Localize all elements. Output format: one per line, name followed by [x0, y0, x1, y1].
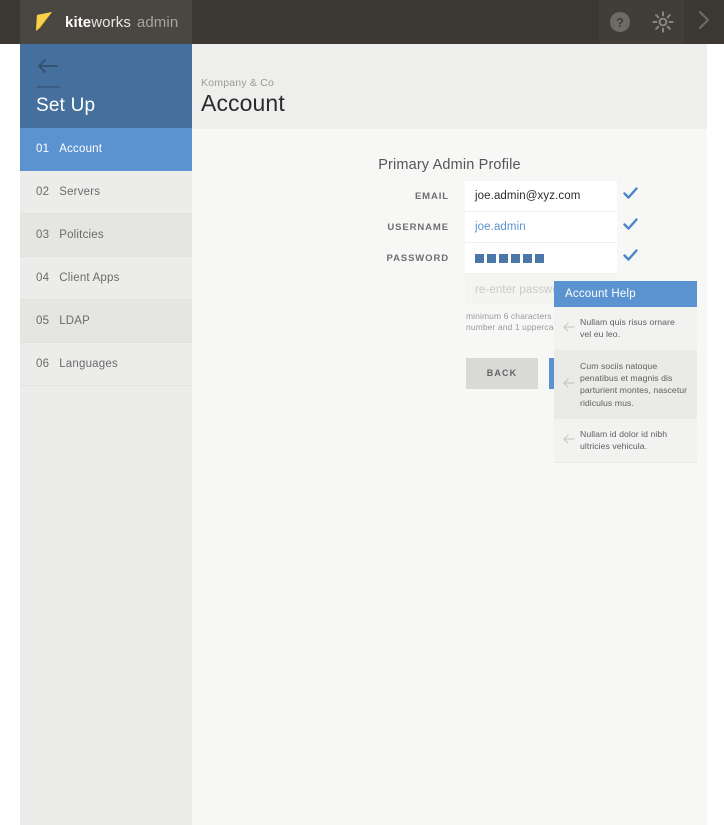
email-field[interactable]: joe.admin@xyz.com [465, 181, 638, 212]
breadcrumb: Kompany & Co [201, 77, 275, 89]
checkmark-icon [623, 249, 638, 267]
form-heading: Primary Admin Profile [378, 157, 521, 173]
back-arrow-icon[interactable] [36, 58, 192, 79]
brand-bold: kite [65, 13, 92, 31]
password-dot [511, 253, 520, 263]
help-list-item[interactable]: Nullam id dolor id nibh ultricies vehicu… [554, 419, 697, 463]
gear-icon[interactable] [651, 10, 675, 34]
sidebar-item-number: 02 [36, 186, 50, 198]
account-help-title: Account Help [554, 281, 697, 307]
page-title: Account [201, 90, 285, 116]
password-dot [535, 253, 544, 263]
password-dot [499, 253, 508, 263]
username-value: joe.admin [475, 221, 526, 233]
brand-normal: works [91, 13, 131, 31]
arrow-left-icon [562, 431, 580, 449]
sidebar-item-label: Languages [59, 358, 118, 370]
sidebar-item-client-apps[interactable]: 04 Client Apps [20, 257, 192, 300]
chevron-right-icon [693, 9, 715, 36]
help-item-text: Cum sociis natoque penatibus et magnis d… [580, 360, 688, 408]
sidebar-title: Set Up [36, 95, 96, 116]
arrow-left-icon [562, 319, 580, 337]
help-item-text: Nullam quis risus ornare vel eu leo. [580, 317, 675, 340]
password-dot [487, 253, 496, 263]
sidebar-item-number: 04 [36, 272, 50, 284]
sidebar-item-account[interactable]: 01 Account [20, 128, 192, 171]
sidebar-item-label: Politcies [59, 229, 104, 241]
sidebar-item-number: 01 [36, 143, 50, 155]
username-label: USERNAME [387, 222, 449, 233]
account-help-panel: Account Help Nullam quis risus ornare ve… [554, 281, 697, 463]
sidebar-item-label: Client Apps [59, 272, 120, 284]
page-header: Kompany & Co Account [192, 44, 707, 129]
help-list-item[interactable]: Nullam quis risus ornare vel eu leo. [554, 307, 697, 351]
password-field[interactable] [465, 243, 638, 274]
sidebar-item-label: Servers [59, 186, 101, 198]
password-dot [523, 253, 532, 263]
brand-logo-area[interactable]: kiteworks admin [20, 0, 192, 44]
help-list-item[interactable]: Cum sociis natoque penatibus et magnis d… [554, 350, 697, 420]
checkmark-icon [623, 218, 638, 236]
brand-text: kiteworks admin [65, 15, 178, 30]
password-masked-value [475, 253, 544, 263]
email-label: EMAIL [414, 191, 449, 202]
sidebar-item-languages[interactable]: 06 Languages [20, 343, 192, 386]
sidebar-header: Set Up [20, 44, 192, 128]
sidebar-divider [37, 86, 60, 88]
top-bar: kiteworks admin ? [0, 0, 724, 44]
sidebar-item-number: 05 [36, 315, 50, 327]
sidebar-item-policies[interactable]: 03 Politcies [20, 214, 192, 257]
svg-text:?: ? [616, 15, 624, 30]
password-dot [475, 253, 484, 263]
help-item-text: Nullam id dolor id nibh ultricies vehicu… [580, 429, 668, 452]
username-field[interactable]: joe.admin [465, 212, 638, 243]
sidebar-item-label: Account [59, 143, 103, 155]
arrow-left-icon [562, 375, 580, 393]
password-label: PASSWORD [386, 253, 449, 264]
sidebar-item-ldap[interactable]: 05 LDAP [20, 300, 192, 343]
sidebar-item-servers[interactable]: 02 Servers [20, 171, 192, 214]
kite-logo-icon [34, 11, 56, 33]
app-root: kiteworks admin ? Set Up 01 Account 02 S… [0, 0, 724, 825]
main-content: Kompany & Co Account Primary Admin Profi… [192, 44, 707, 825]
email-value: joe.admin@xyz.com [475, 190, 581, 202]
checkmark-icon [623, 187, 638, 205]
back-button[interactable]: BACK [466, 357, 538, 389]
field-row-password: PASSWORD [300, 243, 638, 274]
sidebar-item-number: 03 [36, 229, 50, 241]
help-circle-icon[interactable]: ? [608, 10, 632, 34]
sidebar-item-number: 06 [36, 358, 50, 370]
sidebar: Set Up 01 Account 02 Servers 03 Politcie… [20, 44, 192, 825]
field-row-username: USERNAME joe.admin [300, 212, 638, 243]
top-actions: ? [599, 0, 684, 44]
field-row-email: EMAIL joe.admin@xyz.com [300, 181, 638, 212]
content-area: Primary Admin Profile EMAIL joe.admin@xy… [192, 129, 707, 825]
brand-admin: admin [136, 13, 179, 31]
top-next-button[interactable] [684, 0, 724, 44]
sidebar-item-label: LDAP [59, 315, 91, 327]
